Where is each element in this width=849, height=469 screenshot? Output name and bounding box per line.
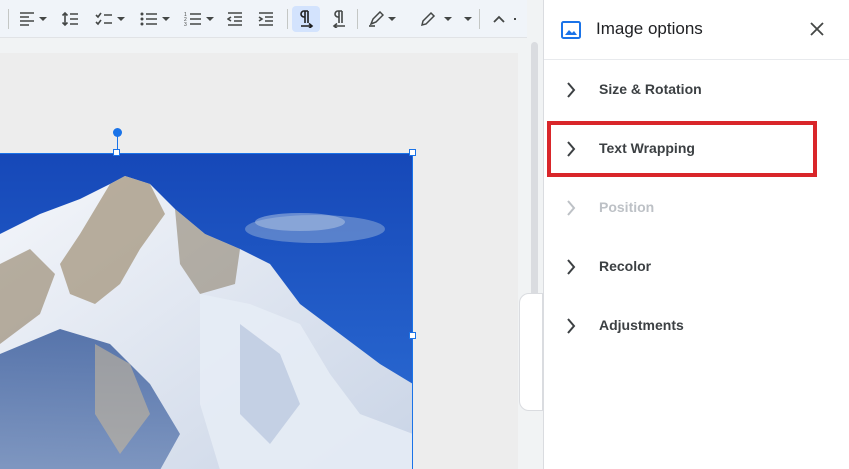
increase-indent-button[interactable] [254, 6, 278, 32]
resize-handle-right[interactable] [409, 332, 416, 339]
close-icon [810, 22, 824, 36]
ltr-text-button[interactable] [292, 6, 320, 32]
panel-header: Image options [544, 0, 849, 60]
image-options-panel: Image options Size & Rotation Text Wrapp… [543, 0, 849, 469]
close-button[interactable] [806, 18, 828, 40]
chevron-down-icon [117, 17, 125, 21]
toolbar-divider [357, 9, 358, 29]
checklist-button[interactable] [92, 6, 128, 32]
rtl-text-button[interactable] [326, 6, 352, 32]
toolbar-divider [8, 9, 9, 29]
increase-indent-icon [258, 12, 273, 26]
resize-handle-top[interactable] [113, 149, 120, 156]
selected-image[interactable] [0, 153, 413, 469]
decrease-indent-button[interactable] [223, 6, 247, 32]
highlight-pen-button[interactable] [364, 6, 400, 32]
numbered-list-icon: 123 [184, 12, 201, 27]
size-rotation-label: Size & Rotation [599, 81, 702, 97]
text-wrapping-highlight-box [547, 121, 817, 177]
chevron-down-icon [206, 17, 214, 21]
chevron-right-icon [567, 82, 576, 98]
adjustments-section[interactable]: Adjustments [544, 300, 849, 350]
size-rotation-section[interactable]: Size & Rotation [544, 64, 849, 114]
panel-title: Image options [596, 19, 703, 38]
more-button[interactable] [463, 6, 473, 32]
toolbar-divider [287, 9, 288, 29]
bulleted-list-icon [140, 12, 157, 26]
line-spacing-button[interactable] [58, 6, 82, 32]
line-spacing-icon [61, 11, 78, 27]
recolor-label: Recolor [599, 258, 652, 274]
resize-handle-top-right[interactable] [409, 149, 416, 156]
collapse-toolbar-button[interactable] [487, 6, 511, 32]
chevron-down-icon [388, 17, 396, 21]
side-panel-tab[interactable] [519, 293, 543, 411]
rtl-text-icon [332, 10, 345, 28]
image-icon [561, 21, 581, 39]
toolbar-divider [479, 9, 480, 29]
numbered-list-button[interactable]: 123 [181, 6, 217, 32]
highlight-pen-icon [369, 11, 384, 27]
pen-icon [420, 11, 436, 27]
chevron-right-icon [567, 318, 576, 334]
chevron-down-icon [464, 17, 472, 21]
chevron-right-icon [567, 259, 576, 275]
decrease-indent-icon [227, 12, 242, 26]
align-button[interactable] [16, 6, 50, 32]
align-icon [20, 12, 34, 26]
svg-text:3: 3 [184, 22, 187, 27]
position-label: Position [599, 199, 655, 215]
formatting-toolbar: 123 [0, 0, 527, 38]
collapse-icon [493, 15, 505, 23]
recolor-section[interactable]: Recolor [544, 241, 849, 291]
chevron-right-icon [567, 200, 576, 216]
chevron-down-icon [444, 17, 452, 21]
chevron-down-icon [39, 17, 47, 21]
position-section: Position [544, 182, 849, 232]
chevron-down-icon [162, 17, 170, 21]
checklist-icon [95, 12, 112, 26]
ltr-text-icon [300, 10, 314, 28]
rotation-handle[interactable] [113, 128, 122, 137]
scrollbar-thumb[interactable] [531, 42, 538, 322]
adjustments-label: Adjustments [599, 317, 684, 333]
bulleted-list-button[interactable] [137, 6, 173, 32]
pen-button[interactable] [416, 6, 456, 32]
mountain-photo [0, 154, 412, 469]
overflow-dot [514, 18, 516, 20]
